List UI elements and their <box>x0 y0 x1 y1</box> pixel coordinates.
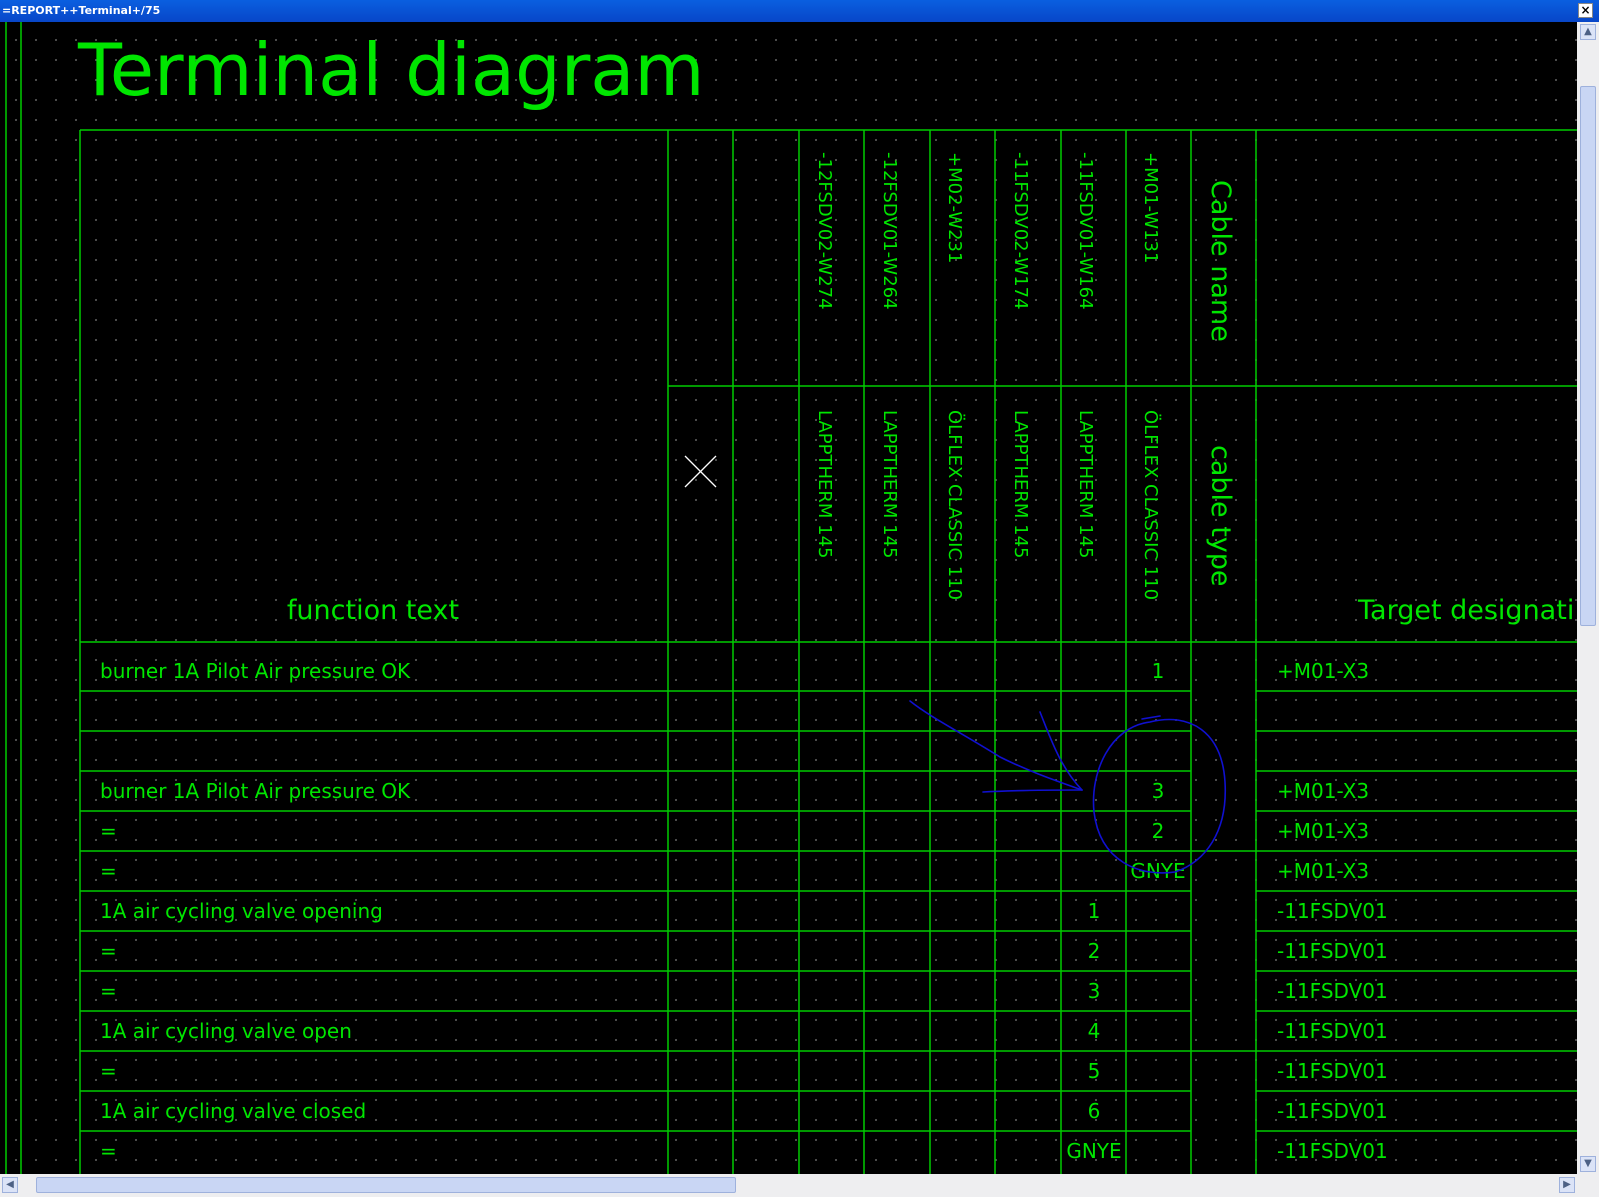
cable-name-label: +M01-W131 <box>1140 152 1161 263</box>
terminal-cell-w164: 5 <box>1088 1059 1101 1083</box>
cable-headers: -12FSDV02-W274 LAPPTHERM 145 -12FSDV01-W26… <box>814 152 1162 600</box>
cable-type-label: LAPPTHERM 145 <box>879 410 900 558</box>
cable-name-label: -11FSDV01-W164 <box>1075 152 1096 310</box>
function-text-header: function text <box>287 595 459 626</box>
drawing-canvas[interactable]: Terminal diagram function text Target de… <box>0 22 1577 1174</box>
function-text-cell: = <box>100 979 117 1003</box>
cable-type-label: LAPPTHERM 145 <box>814 410 835 558</box>
function-text-cell: 1A air cycling valve open <box>100 1019 352 1043</box>
scroll-left-icon[interactable]: ◀ <box>2 1177 18 1193</box>
terminal-cell-w131: 3 <box>1152 779 1165 803</box>
cable-name-label: -12FSDV02-W274 <box>814 152 835 310</box>
scroll-corner <box>1577 1174 1599 1197</box>
target-designation-cell: -11FSDV01 <box>1277 1059 1388 1083</box>
terminal-cell-w164: GNYE <box>1066 1139 1121 1163</box>
horizontal-scroll-thumb[interactable] <box>36 1177 736 1193</box>
function-text-cell: = <box>100 819 117 843</box>
window-titlebar: =REPORT++Terminal+/75 × <box>0 0 1599 22</box>
scroll-down-icon[interactable]: ▼ <box>1580 1156 1596 1172</box>
function-text-cell: = <box>100 859 117 883</box>
terminal-cell-w164: 3 <box>1088 979 1101 1003</box>
cable-name-label: +M02-W231 <box>944 152 965 263</box>
function-text-cell: = <box>100 1139 117 1163</box>
terminal-cell-w131: 2 <box>1152 819 1165 843</box>
close-icon[interactable]: × <box>1578 3 1593 18</box>
scroll-right-icon[interactable]: ▶ <box>1559 1177 1575 1193</box>
cable-name-label: -12FSDV01-W264 <box>879 152 900 310</box>
annotation-arrow-base <box>982 789 1083 793</box>
cable-type-label: ÖLFLEX CLASSIC 110 <box>944 410 966 600</box>
target-designation-cell: +M01-X3 <box>1277 779 1369 803</box>
function-text-cell: burner 1A Pilot Air pressure OK <box>100 779 411 803</box>
function-text-cell: burner 1A Pilot Air pressure OK <box>100 659 411 683</box>
cable-type-label: LAPPTHERM 145 <box>1075 410 1096 558</box>
target-designation-cell: +M01-X3 <box>1277 859 1369 883</box>
cable-type-header: cable type <box>1205 445 1236 587</box>
function-text-cell: 1A air cycling valve opening <box>100 899 383 923</box>
scroll-up-icon[interactable]: ▲ <box>1580 24 1596 40</box>
function-text-cell: = <box>100 939 117 963</box>
horizontal-scrollbar[interactable]: ◀ ▶ <box>0 1174 1577 1197</box>
x-mark-icon <box>684 455 717 488</box>
target-designation-cell: -11FSDV01 <box>1277 979 1388 1003</box>
vertical-scrollbar[interactable]: ▲ ▼ <box>1577 22 1599 1174</box>
vertical-scroll-thumb[interactable] <box>1580 86 1596 626</box>
window-title: =REPORT++Terminal+/75 <box>2 4 161 17</box>
terminal-cell-w164: 4 <box>1088 1019 1101 1043</box>
cable-name-header: Cable name <box>1205 180 1236 342</box>
cable-name-label: -11FSDV02-W174 <box>1010 152 1031 310</box>
target-designation-cell: -11FSDV01 <box>1277 939 1388 963</box>
cable-type-label: ÖLFLEX CLASSIC 110 <box>1140 410 1162 600</box>
annotation-arrow-line <box>909 700 1083 791</box>
terminal-cell-w164: 1 <box>1088 899 1101 923</box>
target-designation-header: Target designati <box>1357 595 1574 626</box>
target-designation-cell: +M01-X3 <box>1277 659 1369 683</box>
target-designation-cell: -11FSDV01 <box>1277 1019 1388 1043</box>
terminal-cell-w164: 6 <box>1088 1099 1101 1123</box>
terminal-cell-w164: 2 <box>1088 939 1101 963</box>
terminal-cell-w131: 1 <box>1152 659 1165 683</box>
target-designation-cell: -11FSDV01 <box>1277 1139 1388 1163</box>
page-title: Terminal diagram <box>77 28 705 112</box>
function-text-cell: = <box>100 1059 117 1083</box>
terminal-rows: burner 1A Pilot Air pressure OK 1 +M01-X3 b… <box>100 659 1388 1163</box>
cable-type-label: LAPPTHERM 145 <box>1010 410 1031 558</box>
annotation-marks <box>909 700 1226 874</box>
target-designation-cell: -11FSDV01 <box>1277 1099 1388 1123</box>
function-text-cell: 1A air cycling valve closed <box>100 1099 366 1123</box>
target-designation-cell: +M01-X3 <box>1277 819 1369 843</box>
annotation-circle-tail <box>1141 715 1161 720</box>
target-designation-cell: -11FSDV01 <box>1277 899 1388 923</box>
